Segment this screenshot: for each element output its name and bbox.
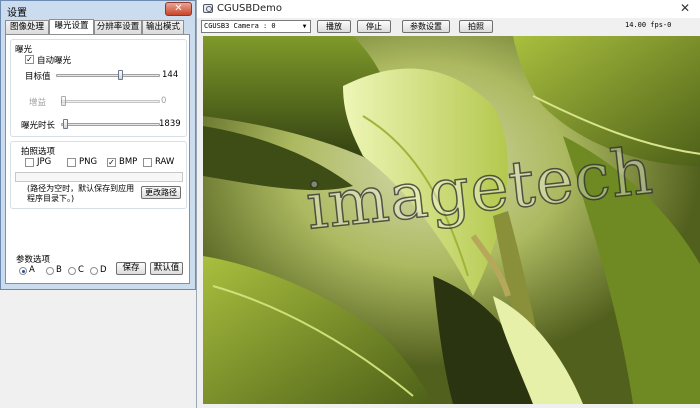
save-path-field[interactable] xyxy=(15,172,183,182)
play-button[interactable]: 播放 xyxy=(317,20,351,33)
param-b-label: B xyxy=(56,265,62,275)
gain-readout: 0 xyxy=(161,96,167,106)
camera-app-icon xyxy=(203,4,213,13)
window-title: CGUSBDemo xyxy=(217,3,282,14)
target-value-label: 目标值 xyxy=(25,72,51,82)
jpg-checkbox[interactable] xyxy=(25,158,34,167)
camera-main-window: CGUSBDemo ✕ CGUSB3 Camera : 0 ▼ 播放 停止 参数… xyxy=(196,0,700,408)
bmp-checkbox[interactable]: ✓ xyxy=(107,158,116,167)
settings-dialog: 设置 ✕ 图像处理 曝光设置 分辨率设置 输出模式 曝光 ✓ 自动曝光 目标值 … xyxy=(0,0,196,290)
exposure-time-slider[interactable] xyxy=(61,123,160,126)
change-path-button[interactable]: 更改路径 xyxy=(141,186,181,199)
camera-video-view[interactable]: imagetech xyxy=(203,36,700,404)
capture-options-label: 拍照选项 xyxy=(21,147,56,157)
target-value-slider-thumb[interactable] xyxy=(118,70,123,80)
param-c-radio[interactable] xyxy=(68,267,76,275)
param-a-radio[interactable] xyxy=(19,267,27,275)
jpg-label: JPG xyxy=(37,157,52,167)
raw-checkbox[interactable] xyxy=(143,158,152,167)
png-label: PNG xyxy=(79,157,98,167)
camera-select-dropdown[interactable]: CGUSB3 Camera : 0 ▼ xyxy=(201,20,311,33)
exposure-settings-panel: 曝光 ✓ 自动曝光 目标值 144 增益 0 曝光时长 1839 拍照选项 JP… xyxy=(5,34,190,284)
snapshot-button[interactable]: 拍照 xyxy=(459,20,493,33)
gain-slider-thumb[interactable] xyxy=(61,96,66,106)
exposure-time-label: 曝光时长 xyxy=(21,121,56,131)
exposure-time-slider-thumb[interactable] xyxy=(63,119,68,129)
gain-slider[interactable] xyxy=(61,100,160,103)
auto-exposure-checkbox[interactable]: ✓ xyxy=(25,55,34,64)
bmp-label: BMP xyxy=(119,157,138,167)
default-values-button[interactable]: 默认值 xyxy=(150,262,183,275)
exposure-group-label: 曝光 xyxy=(15,45,33,55)
param-c-label: C xyxy=(78,265,84,275)
close-icon[interactable]: ✕ xyxy=(165,2,192,16)
stop-button[interactable]: 停止 xyxy=(357,20,391,33)
exposure-group: 曝光 ✓ 自动曝光 目标值 144 增益 0 曝光时长 1839 xyxy=(10,39,187,137)
target-value-readout: 144 xyxy=(162,70,179,80)
tab-output-mode[interactable]: 输出模式 xyxy=(142,20,184,34)
param-b-radio[interactable] xyxy=(46,267,54,275)
main-title-bar[interactable]: CGUSBDemo ✕ xyxy=(197,0,700,19)
param-d-radio[interactable] xyxy=(90,267,98,275)
capture-options-group: 拍照选项 JPG PNG ✓ BMP RAW (路径为空时，默认保存到应用程序目… xyxy=(10,141,187,209)
settings-title-bar[interactable]: 设置 ✕ xyxy=(1,1,195,19)
camera-select-value: CGUSB3 Camera : 0 xyxy=(204,22,276,30)
gain-label: 增益 xyxy=(29,98,47,108)
settings-title: 设置 xyxy=(7,8,27,19)
close-icon[interactable]: ✕ xyxy=(673,1,697,15)
target-value-slider[interactable] xyxy=(56,74,160,77)
tab-image-processing[interactable]: 图像处理 xyxy=(5,20,49,34)
param-a-label: A xyxy=(29,265,35,275)
raw-label: RAW xyxy=(155,157,175,167)
png-checkbox[interactable] xyxy=(67,158,76,167)
parameter-settings-button[interactable]: 参数设置 xyxy=(402,20,450,33)
save-button[interactable]: 保存 xyxy=(116,262,146,275)
tab-exposure-settings[interactable]: 曝光设置 xyxy=(49,19,94,34)
param-d-label: D xyxy=(100,265,107,275)
parameter-options-label: 参数选项 xyxy=(16,255,51,265)
save-path-note: (路径为空时，默认保存到应用程序目录下。) xyxy=(27,184,135,203)
tab-resolution-settings[interactable]: 分辨率设置 xyxy=(94,20,142,34)
exposure-time-readout: 1839 xyxy=(159,119,181,129)
fps-readout: 14.00 fps-0 xyxy=(625,21,672,29)
auto-exposure-label: 自动曝光 xyxy=(37,56,72,66)
chevron-down-icon: ▼ xyxy=(302,23,307,30)
